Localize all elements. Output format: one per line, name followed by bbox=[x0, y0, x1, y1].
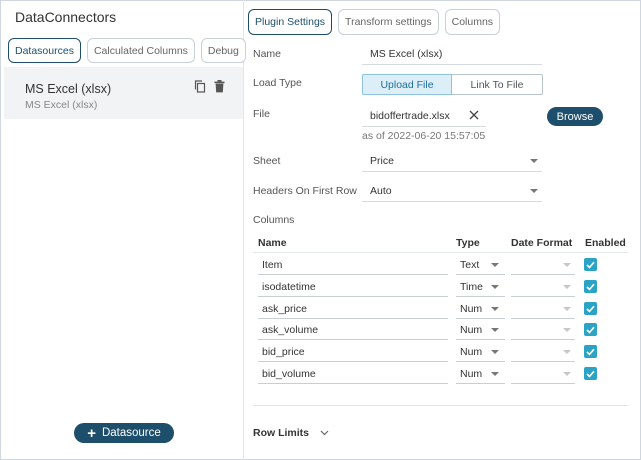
chevron-down-icon bbox=[563, 350, 571, 354]
tab-calculated-columns[interactable]: Calculated Columns bbox=[86, 38, 195, 63]
row-enabled-checkbox[interactable] bbox=[584, 280, 597, 293]
file-label: File bbox=[253, 108, 270, 120]
plus-icon: + bbox=[87, 424, 96, 442]
sheet-underline bbox=[362, 171, 542, 172]
check-icon bbox=[586, 326, 595, 334]
row-name-input[interactable]: ask_price bbox=[258, 299, 448, 319]
check-icon bbox=[586, 305, 595, 313]
close-icon[interactable] bbox=[469, 110, 479, 123]
column-header-name: Name bbox=[258, 237, 287, 249]
row-enabled-checkbox[interactable] bbox=[584, 258, 597, 271]
file-underline bbox=[362, 126, 486, 127]
add-datasource-label: Datasource bbox=[101, 427, 161, 439]
row-limits-label: Row Limits bbox=[253, 427, 310, 439]
chevron-down-icon[interactable] bbox=[491, 328, 499, 332]
datasource-actions bbox=[194, 80, 225, 96]
row-enabled-checkbox[interactable] bbox=[584, 367, 597, 380]
check-icon bbox=[586, 348, 595, 356]
chevron-down-icon[interactable] bbox=[491, 263, 499, 267]
row-enabled-checkbox[interactable] bbox=[584, 345, 597, 358]
datasource-list-item[interactable]: MS Excel (xlsx) MS Excel (xlsx) bbox=[4, 67, 243, 119]
columns-label: Columns bbox=[253, 214, 295, 226]
file-timestamp: as of 2022-06-20 15:57:05 bbox=[362, 130, 486, 142]
section-divider bbox=[253, 405, 628, 406]
chevron-down-icon[interactable] bbox=[491, 307, 499, 311]
link-to-file-option[interactable]: Link To File bbox=[452, 74, 543, 95]
chevron-down-icon bbox=[320, 427, 329, 439]
headers-first-row-label: Headers On First Row bbox=[253, 185, 357, 197]
add-datasource-button[interactable]: + Datasource bbox=[74, 423, 174, 443]
headers-underline bbox=[362, 201, 542, 202]
trash-icon[interactable] bbox=[214, 80, 225, 96]
chevron-down-icon bbox=[563, 307, 571, 311]
chevron-down-icon bbox=[563, 372, 571, 376]
sheet-label: Sheet bbox=[253, 155, 281, 167]
left-tabs: Datasources Calculated Columns Debug bbox=[8, 38, 246, 63]
column-header-date-format: Date Format bbox=[511, 237, 573, 249]
row-enabled-checkbox[interactable] bbox=[584, 302, 597, 315]
headers-first-row-select[interactable]: Auto bbox=[370, 185, 392, 197]
browse-button[interactable]: Browse bbox=[547, 107, 603, 126]
chevron-down-icon[interactable] bbox=[530, 189, 538, 193]
row-name-input[interactable]: bid_volume bbox=[258, 364, 448, 384]
row-limits-toggle[interactable]: Row Limits bbox=[253, 427, 329, 439]
chevron-down-icon[interactable] bbox=[491, 285, 499, 289]
app-title: DataConnectors bbox=[15, 9, 117, 25]
row-name-input[interactable]: isodatetime bbox=[258, 277, 448, 297]
check-icon bbox=[586, 261, 595, 269]
datasources-panel: DataConnectors Datasources Calculated Co… bbox=[0, 0, 246, 460]
datasource-name: MS Excel (xlsx) bbox=[25, 82, 112, 96]
sheet-select[interactable]: Price bbox=[370, 155, 394, 167]
row-enabled-checkbox[interactable] bbox=[584, 323, 597, 336]
column-header-enabled: Enabled bbox=[585, 237, 626, 249]
tab-datasources[interactable]: Datasources bbox=[8, 38, 81, 63]
chevron-down-icon bbox=[563, 263, 571, 267]
header-divider bbox=[253, 252, 628, 253]
tab-transform-settings[interactable]: Transform settings bbox=[338, 9, 439, 35]
row-name-input[interactable]: bid_price bbox=[258, 342, 448, 362]
load-type-toggle: Upload File Link To File bbox=[362, 74, 543, 95]
datasource-type: MS Excel (xlsx) bbox=[25, 99, 98, 111]
name-input[interactable]: MS Excel (xlsx) bbox=[370, 48, 442, 60]
name-label: Name bbox=[253, 48, 282, 60]
upload-file-option[interactable]: Upload File bbox=[362, 74, 452, 95]
chevron-down-icon[interactable] bbox=[530, 159, 538, 163]
column-header-type: Type bbox=[456, 237, 480, 249]
tab-debug[interactable]: Debug bbox=[200, 38, 246, 63]
tab-plugin-settings[interactable]: Plugin Settings bbox=[248, 9, 333, 35]
settings-panel: Plugin Settings Transform settings Colum… bbox=[245, 0, 641, 460]
copy-icon[interactable] bbox=[194, 80, 206, 96]
chevron-down-icon[interactable] bbox=[491, 350, 499, 354]
name-underline bbox=[362, 64, 542, 65]
row-name-input[interactable]: Item bbox=[258, 255, 448, 275]
chevron-down-icon bbox=[563, 328, 571, 332]
chevron-down-icon[interactable] bbox=[491, 372, 499, 376]
row-name-input[interactable]: ask_volume bbox=[258, 320, 448, 340]
load-type-label: Load Type bbox=[253, 77, 302, 89]
chevron-down-icon bbox=[563, 285, 571, 289]
file-name: bidoffertrade.xlsx bbox=[370, 110, 450, 122]
check-icon bbox=[586, 370, 595, 378]
tab-columns[interactable]: Columns bbox=[444, 9, 501, 35]
check-icon bbox=[586, 283, 595, 291]
settings-tabs: Plugin Settings Transform settings Colum… bbox=[248, 9, 501, 35]
